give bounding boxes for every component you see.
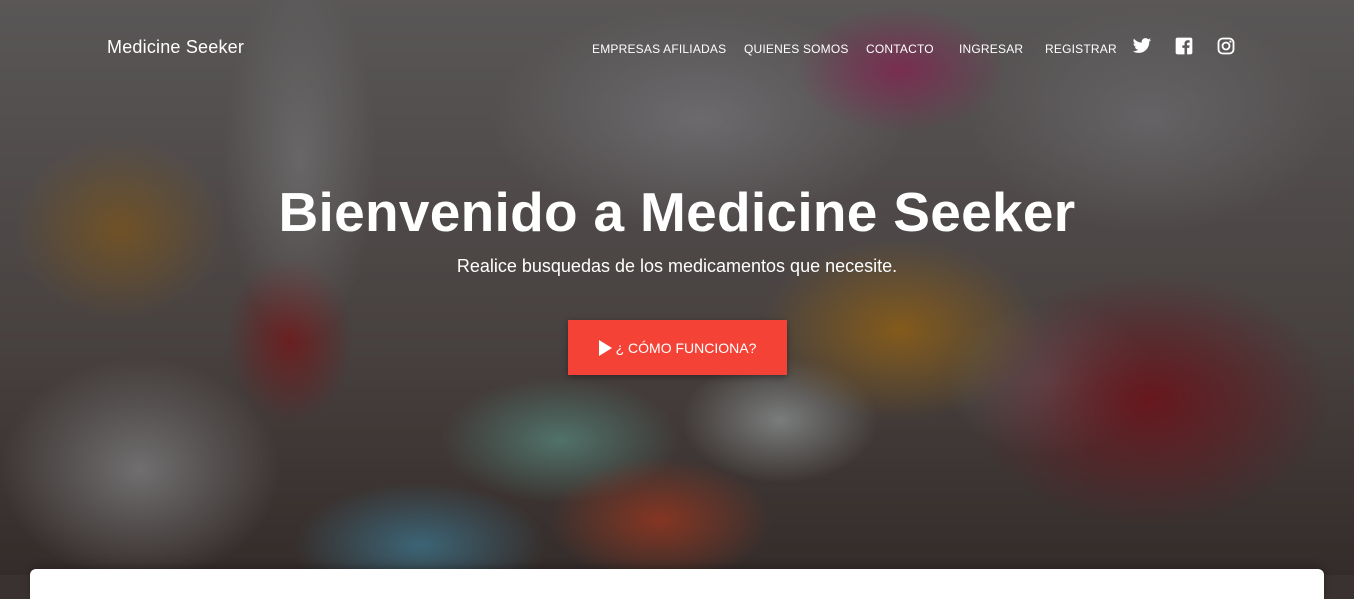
play-icon (598, 339, 612, 356)
main-content-card (30, 569, 1324, 599)
how-it-works-button[interactable]: ¿ CÓMO FUNCIONA? (568, 320, 787, 375)
nav-links: EMPRESAS AFILIADAS QUIENES SOMOS CONTACT… (0, 0, 1354, 96)
nav-quienes-somos[interactable]: QUIENES SOMOS (744, 42, 849, 56)
instagram-icon[interactable] (1216, 36, 1236, 56)
nav-registrar[interactable]: REGISTRAR (1045, 42, 1117, 56)
hero-subtitle: Realice busquedas de los medicamentos qu… (456, 256, 898, 276)
nav-contacto[interactable]: CONTACTO (866, 42, 934, 56)
hero-title: Bienvenido a Medicine Seeker (278, 181, 1076, 243)
how-it-works-label: ¿ CÓMO FUNCIONA? (615, 339, 757, 356)
nav-ingresar[interactable]: INGRESAR (959, 42, 1023, 56)
navbar: Medicine Seeker EMPRESAS AFILIADAS QUIEN… (0, 0, 1354, 96)
nav-empresas-afiliadas[interactable]: EMPRESAS AFILIADAS (592, 42, 726, 56)
facebook-icon[interactable] (1174, 36, 1194, 56)
twitter-icon[interactable] (1132, 36, 1152, 56)
